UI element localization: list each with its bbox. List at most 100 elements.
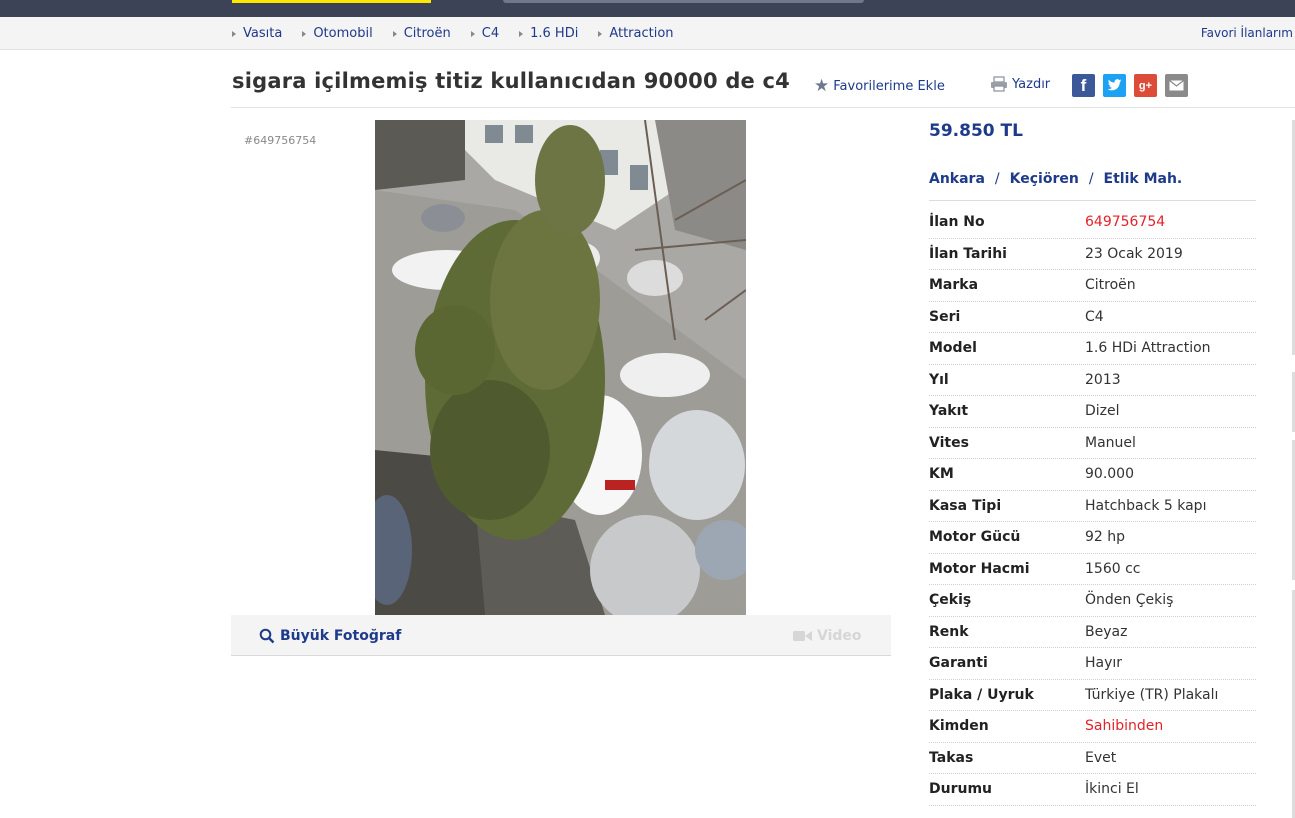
- breadcrumb-item-vasita[interactable]: Vasıta: [232, 26, 282, 41]
- listing-photo[interactable]: [375, 120, 746, 615]
- detail-value: C4: [1085, 308, 1104, 325]
- detail-row: Renk Beyaz: [929, 617, 1256, 648]
- detail-value: 1560 cc: [1085, 560, 1141, 577]
- social-share-buttons: f g+: [1072, 74, 1196, 97]
- print-button[interactable]: Yazdır: [990, 76, 1050, 92]
- big-photo-label[interactable]: Büyük Fotoğraf: [280, 628, 401, 644]
- detail-row: Kasa Tipi Hatchback 5 kapı: [929, 491, 1256, 522]
- printer-icon: [991, 76, 1007, 92]
- print-label[interactable]: Yazdır: [1012, 77, 1050, 92]
- detail-label: Çekiş: [929, 592, 972, 609]
- detail-label: Durumu: [929, 781, 993, 798]
- detail-value: 2013: [1085, 371, 1121, 388]
- breadcrumb: Vasıta Otomobil Citroën C4 1.6 HDi Attra…: [232, 17, 694, 50]
- detail-value: İkinci El: [1085, 781, 1139, 798]
- add-favorite-button[interactable]: ★ Favorilerime Ekle: [814, 76, 945, 96]
- mail-icon[interactable]: [1165, 74, 1188, 97]
- breadcrumb-label[interactable]: Otomobil: [313, 26, 372, 41]
- detail-label: Plaka / Uyruk: [929, 686, 1034, 703]
- breadcrumb-item-trim[interactable]: Attraction: [598, 26, 674, 41]
- car-parking-photo: [375, 120, 746, 615]
- location-neighborhood[interactable]: Etlik Mah.: [1104, 171, 1183, 200]
- detail-label: İlan Tarihi: [929, 245, 1007, 262]
- breadcrumb-label[interactable]: Attraction: [609, 26, 673, 41]
- video-button: Video: [793, 615, 862, 656]
- twitter-icon[interactable]: [1103, 74, 1126, 97]
- detail-value: Sahibinden: [1085, 718, 1164, 735]
- chevron-right-icon: [392, 30, 397, 37]
- detail-value: 23 Ocak 2019: [1085, 245, 1183, 262]
- big-photo-button[interactable]: Büyük Fotoğraf: [259, 615, 401, 656]
- location-separator: /: [1088, 171, 1094, 187]
- chevron-right-icon: [232, 30, 236, 37]
- detail-row: Motor Gücü 92 hp: [929, 522, 1256, 554]
- detail-label: Vites: [929, 434, 969, 451]
- detail-row: Motor Hacmi 1560 cc: [929, 554, 1256, 585]
- breadcrumb-bar: Vasıta Otomobil Citroën C4 1.6 HDi Attra…: [0, 17, 1295, 50]
- detail-row: Model 1.6 HDi Attraction: [929, 333, 1256, 365]
- detail-value: 649756754: [1085, 214, 1166, 231]
- breadcrumb-item-otomobil[interactable]: Otomobil: [302, 26, 373, 41]
- breadcrumb-item-c4[interactable]: C4: [470, 26, 499, 41]
- detail-row: Durumu İkinci El: [929, 774, 1256, 806]
- breadcrumb-label[interactable]: C4: [482, 26, 499, 41]
- brand-logo-strip[interactable]: [232, 0, 431, 3]
- breadcrumb-label[interactable]: Vasıta: [243, 26, 282, 41]
- detail-label: Marka: [929, 277, 979, 294]
- ad-number-label: #649756754: [244, 134, 317, 147]
- detail-row: Seri C4: [929, 302, 1256, 333]
- detail-value: 92 hp: [1085, 529, 1126, 546]
- page-title: sigara içilmemiş titiz kullanıcıdan 9000…: [232, 69, 790, 93]
- chevron-right-icon: [519, 30, 524, 37]
- detail-row: Yakıt Dizel: [929, 396, 1256, 428]
- detail-value: Önden Çekiş: [1085, 592, 1174, 609]
- detail-row: Plaka / Uyruk Türkiye (TR) Plakalı: [929, 680, 1256, 711]
- detail-label: Motor Hacmi: [929, 560, 1030, 577]
- add-favorite-label[interactable]: Favorilerime Ekle: [833, 79, 945, 94]
- detail-row: İlan No 649756754: [929, 207, 1256, 239]
- location-breadcrumb: Ankara / Keçiören / Etlik Mah.: [929, 171, 1256, 201]
- detail-label: Yakıt: [929, 403, 969, 420]
- detail-label: Renk: [929, 623, 969, 640]
- detail-value: 1.6 HDi Attraction: [1085, 340, 1211, 357]
- detail-value: Hatchback 5 kapı: [1085, 497, 1207, 514]
- detail-label: Garanti: [929, 655, 988, 672]
- detail-label: Seri: [929, 308, 961, 325]
- detail-label: Yıl: [929, 371, 949, 388]
- detail-label: İlan No: [929, 214, 985, 231]
- detail-label: Model: [929, 340, 977, 357]
- breadcrumb-item-engine[interactable]: 1.6 HDi: [519, 26, 578, 41]
- chevron-right-icon: [302, 30, 307, 37]
- detail-row: Marka Citroën: [929, 270, 1256, 302]
- location-city[interactable]: Ankara: [929, 171, 985, 200]
- detail-label: Kimden: [929, 718, 989, 735]
- favorite-listings-link[interactable]: Favori İlanlarım: [1201, 17, 1293, 50]
- search-box-edge[interactable]: [503, 0, 864, 3]
- breadcrumb-item-citroen[interactable]: Citroën: [392, 26, 451, 41]
- chevron-right-icon: [598, 30, 603, 37]
- magnifier-icon: [259, 628, 275, 643]
- detail-value: Beyaz: [1085, 623, 1128, 640]
- breadcrumb-label[interactable]: 1.6 HDi: [530, 26, 578, 41]
- detail-row: Çekiş Önden Çekiş: [929, 585, 1256, 617]
- detail-value: Manuel: [1085, 434, 1136, 451]
- location-district[interactable]: Keçiören: [1010, 171, 1079, 200]
- breadcrumb-label[interactable]: Citroën: [404, 26, 451, 41]
- price: 59.850 TL: [929, 121, 1023, 141]
- detail-label: Kasa Tipi: [929, 497, 1002, 514]
- detail-value: 90.000: [1085, 466, 1134, 483]
- detail-value: Türkiye (TR) Plakalı: [1085, 686, 1219, 703]
- location-separator: /: [994, 171, 1000, 187]
- twitter-bird-glyph: [1107, 79, 1122, 91]
- detail-row: Takas Evet: [929, 743, 1256, 774]
- top-navigation-bar: [0, 0, 1295, 17]
- detail-value: Citroën: [1085, 277, 1136, 294]
- detail-row: KM 90.000: [929, 459, 1256, 491]
- detail-value: Hayır: [1085, 655, 1123, 672]
- facebook-icon[interactable]: f: [1072, 74, 1095, 97]
- detail-label: KM: [929, 466, 954, 483]
- detail-row: Vites Manuel: [929, 428, 1256, 459]
- google-plus-icon[interactable]: g+: [1134, 74, 1157, 97]
- detail-row: Kimden Sahibinden: [929, 711, 1256, 743]
- photo-action-bar: Büyük Fotoğraf Video: [231, 615, 891, 656]
